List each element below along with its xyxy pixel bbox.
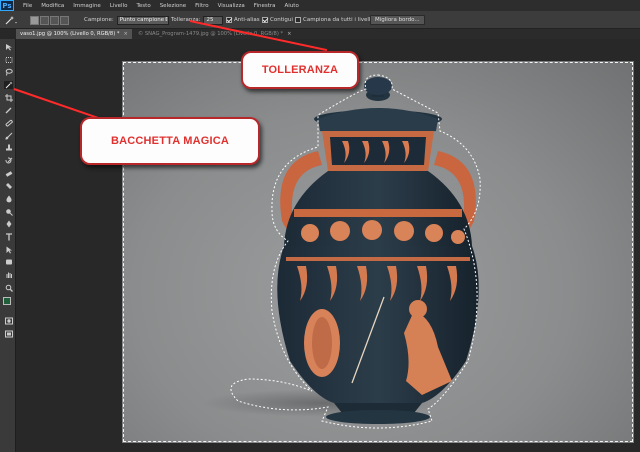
migliora-bordo-group: Migliora bordo... xyxy=(370,15,425,25)
crop-icon[interactable] xyxy=(4,94,13,102)
options-bar: Campione: Punto campione ⇕ Tolleranza: 2… xyxy=(0,11,640,29)
photoshop-logo: Ps xyxy=(0,0,14,11)
bacchetta-callout: BACCHETTA MAGICA xyxy=(80,117,260,165)
campione-label: Campione: xyxy=(84,17,114,23)
antialias-checkbox[interactable] xyxy=(226,17,232,23)
menu-livello[interactable]: Livello xyxy=(110,3,128,9)
shape-icon[interactable] xyxy=(4,258,13,266)
toolbox xyxy=(0,39,16,452)
eyedropper-icon[interactable] xyxy=(4,106,13,114)
tutti-livelli-toggle[interactable]: Campiona da tutti i livelli xyxy=(295,15,372,25)
add-selection-button[interactable] xyxy=(40,15,49,25)
path-select-icon[interactable] xyxy=(4,246,13,254)
menu-immagine[interactable]: Immagine xyxy=(73,3,101,9)
menu-filtro[interactable]: Filtro xyxy=(195,3,208,9)
magic-wand-preset-icon xyxy=(5,16,17,25)
close-icon[interactable]: × xyxy=(124,31,128,37)
contigui-toggle[interactable]: Contigui xyxy=(262,15,293,25)
menu-bar: Ps File Modifica Immagine Livello Testo … xyxy=(0,0,640,11)
document-tab-bar: vaso1.jpg @ 100% (Livello 0, RGB/8) * × … xyxy=(16,29,640,39)
antialias-label: Anti-alias xyxy=(234,17,260,23)
campione-select[interactable]: Punto campione ⇕ xyxy=(116,15,169,25)
menu-testo[interactable]: Testo xyxy=(136,3,150,9)
foreground-color-swatch[interactable] xyxy=(3,297,11,305)
contigui-label: Contigui xyxy=(270,17,293,23)
screen-mode-icon[interactable] xyxy=(4,330,13,338)
tab-vaso1-label: vaso1.jpg @ 100% (Livello 0, RGB/8) * xyxy=(20,31,120,37)
menu-file[interactable]: File xyxy=(23,3,32,9)
dodge-icon[interactable] xyxy=(4,208,13,216)
menu-selezione[interactable]: Selezione xyxy=(160,3,186,9)
blur-icon[interactable] xyxy=(4,195,13,203)
tutti-livelli-checkbox[interactable] xyxy=(295,17,301,23)
menu-aiuto[interactable]: Aiuto xyxy=(285,3,299,9)
chevron-down-icon: ⇕ xyxy=(164,17,169,23)
stamp-icon[interactable] xyxy=(4,144,13,152)
campione-group: Campione: Punto campione ⇕ xyxy=(84,15,169,25)
contigui-checkbox[interactable] xyxy=(262,17,268,23)
tolleranza-callout: TOLLERANZA xyxy=(241,51,359,89)
brush-icon[interactable] xyxy=(4,132,13,140)
marquee-icon[interactable] xyxy=(4,56,13,64)
gradient-icon[interactable] xyxy=(4,182,13,190)
bacchetta-callout-text: BACCHETTA MAGICA xyxy=(110,135,230,147)
magic-wand-icon[interactable] xyxy=(4,81,13,89)
subtract-selection-button[interactable] xyxy=(50,15,59,25)
close-icon[interactable]: × xyxy=(287,31,291,37)
zoom-icon[interactable] xyxy=(4,284,13,292)
type-icon[interactable] xyxy=(4,233,13,241)
healing-icon[interactable] xyxy=(4,119,13,127)
eraser-icon[interactable] xyxy=(4,170,13,178)
new-selection-button[interactable] xyxy=(30,15,39,25)
menu-modifica[interactable]: Modifica xyxy=(41,3,64,9)
pen-icon[interactable] xyxy=(4,220,13,228)
intersect-selection-button[interactable] xyxy=(60,15,69,25)
menu-finestra[interactable]: Finestra xyxy=(254,3,276,9)
campione-value: Punto campione xyxy=(119,17,165,23)
selection-mode-group xyxy=(30,15,70,25)
tolleranza-callout-text: TOLLERANZA xyxy=(261,64,339,76)
canvas-workspace xyxy=(16,39,640,452)
antialias-toggle[interactable]: Anti-alias xyxy=(226,15,260,25)
move-icon[interactable] xyxy=(4,43,13,51)
lasso-icon[interactable] xyxy=(4,68,13,76)
migliora-bordo-button[interactable]: Migliora bordo... xyxy=(370,15,425,25)
quick-mask-icon[interactable] xyxy=(4,317,13,325)
menu-visualizza[interactable]: Visualizza xyxy=(218,3,245,9)
tab-vaso1[interactable]: vaso1.jpg @ 100% (Livello 0, RGB/8) * × xyxy=(16,29,132,39)
hand-icon[interactable] xyxy=(4,271,13,279)
tool-preset-picker[interactable] xyxy=(4,15,18,25)
history-brush-icon[interactable] xyxy=(4,157,13,165)
tutti-livelli-label: Campiona da tutti i livelli xyxy=(303,17,372,23)
